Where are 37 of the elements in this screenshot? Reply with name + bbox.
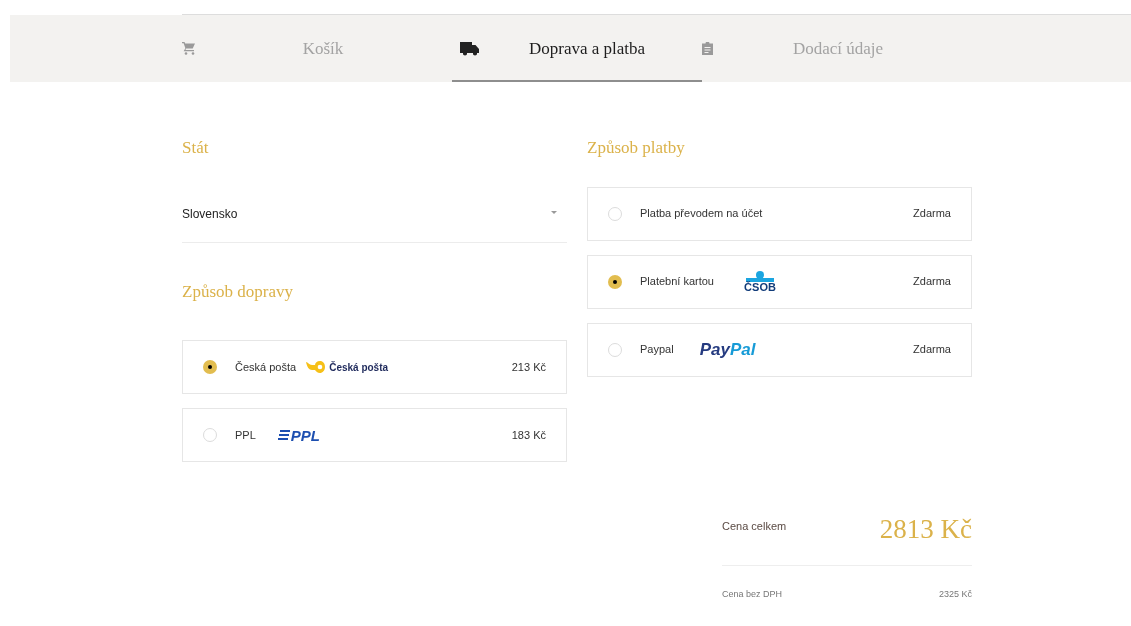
option-label: Paypal xyxy=(640,342,674,358)
country-select[interactable]: Slovensko xyxy=(182,202,567,243)
option-label: Platební kartou xyxy=(640,274,714,290)
option-label: Platba převodem na účet xyxy=(640,206,763,222)
option-card[interactable]: Paypal PayPal Zdarma xyxy=(587,322,972,377)
radio-button[interactable] xyxy=(203,360,217,374)
truck-icon xyxy=(460,41,479,56)
option-label: PPL xyxy=(235,427,256,443)
option-price: 213 Kč xyxy=(511,359,546,375)
courier-logo: Česká pošta xyxy=(306,359,389,375)
caret-icon xyxy=(551,210,557,214)
option-price: Zdarma xyxy=(913,342,951,358)
option-card[interactable]: PPL PPL 183 Kč xyxy=(182,408,567,462)
clipboard-icon xyxy=(702,42,713,55)
section-heading: Způsob dopravy xyxy=(182,280,294,303)
option-card[interactable]: Česká pošta Česká pošta 213 Kč xyxy=(182,340,567,394)
radio-button[interactable] xyxy=(608,274,622,289)
radio-button[interactable] xyxy=(203,428,217,442)
option-price: 183 Kč xyxy=(511,427,546,443)
courier-logo: PPL xyxy=(277,427,320,443)
option-card[interactable]: Platba převodem na účet Zdarma xyxy=(587,186,972,241)
bank-logo: ČSOB xyxy=(744,270,776,293)
section-heading: Způsob platby xyxy=(587,137,686,159)
net-label: Cena bez DPH xyxy=(722,588,783,601)
option-price: Zdarma xyxy=(913,206,951,222)
total-price: 2813 Kč xyxy=(879,516,972,543)
payment-logo: PayPal xyxy=(699,338,756,361)
radio-button[interactable] xyxy=(608,342,622,357)
section-heading: Stát xyxy=(182,137,210,159)
total-label: Cena celkem xyxy=(722,519,787,534)
option-label: Česká pošta xyxy=(235,359,297,375)
option-card[interactable]: Platební kartou ČSOB Zdarma xyxy=(587,254,972,309)
option-price: Zdarma xyxy=(913,274,951,290)
step-tab[interactable]: Doprava a platba xyxy=(452,15,702,82)
cart-icon xyxy=(182,42,196,55)
net-price: 2325 Kč xyxy=(938,588,972,601)
radio-button[interactable] xyxy=(608,206,622,221)
